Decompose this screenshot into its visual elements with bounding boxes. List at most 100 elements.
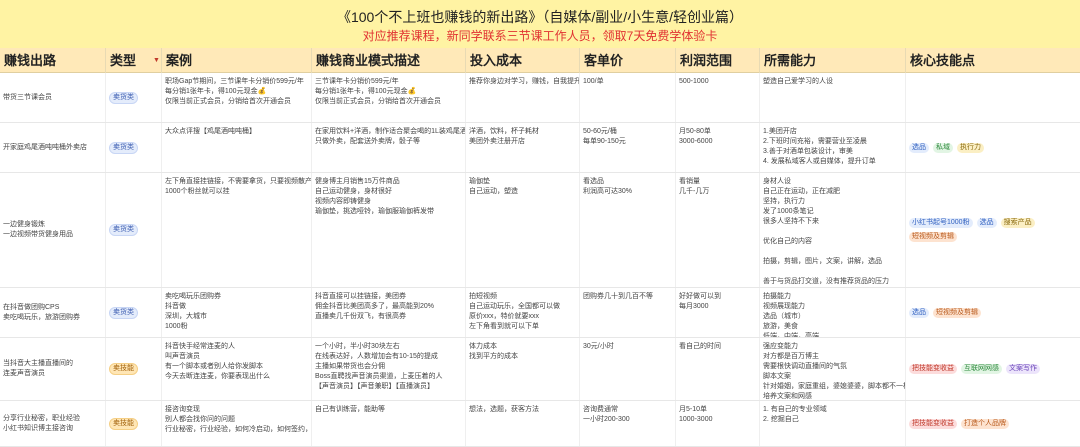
cell-profit[interactable]: 好好做可以到 每月3000	[676, 288, 760, 337]
skill-tag: 短视频及剪辑	[909, 232, 957, 242]
cell-text-line: 500-1000	[679, 78, 709, 85]
cell-ability[interactable]: 1. 有自己的专业领域 2. 挖掘自己	[760, 401, 906, 446]
cell-path[interactable]: 在抖音做团购CPS 卖吃喝玩乐，旅游团购券	[0, 288, 106, 337]
cell-type[interactable]: 卖货类	[106, 173, 162, 287]
cell-cost[interactable]: 推荐你身边对学习，赚钱，自我提升关	[466, 73, 580, 122]
cell-text-line: 主播如果带货也会分佣	[315, 363, 385, 370]
header-model[interactable]: 赚钱商业模式描述	[312, 48, 466, 73]
cell-text-line: 每月3000	[679, 303, 709, 310]
cell-text-line: 一边健身锻炼	[3, 221, 45, 228]
cell-text-line: 抖音直接可以挂链接，美团券	[315, 293, 406, 300]
cell-cost[interactable]: 体力成本 找到平方的成本	[466, 338, 580, 400]
cell-text-line: 分享行业秘密，职业经验	[3, 414, 80, 422]
skill-tag: 打造个人品牌	[961, 418, 1009, 429]
cell-type[interactable]: 卖货类	[106, 288, 162, 337]
cell-price[interactable]: 团购券几十到几百不等	[580, 288, 676, 337]
cell-profit[interactable]: 月50-80单 3000-6000	[676, 123, 760, 172]
cell-price[interactable]: 咨询费通常 一小时200-300	[580, 401, 676, 446]
cell-case[interactable]: 职场Gap节期间，三节课年卡分销价599元/年 每分销1张年卡，得100元现金💰 仅…	[162, 73, 312, 122]
cell-text-line: Boss直聘找声音演员渠道，上麦压着的人	[315, 373, 443, 380]
cell-model[interactable]: 三节课年卡分销价599元/年 每分销1张年卡，得100元现金💰 仅限当前正式会员，分…	[312, 73, 466, 122]
cell-ability[interactable]: 强应变能力 对方都是百万博主 需要根快调动直播间的气氛 脚本文案 针对婚姻，家庭重组，婆…	[760, 338, 906, 400]
cell-text-line: 别人都会找你问的问题	[165, 416, 235, 423]
cell-path[interactable]: 当抖音大主播直播间的 连麦声音演员	[0, 338, 106, 400]
cell-price[interactable]: 看选品 利润高可达30%	[580, 173, 676, 287]
cell-text-line: 想法，选题，获客方法	[469, 406, 539, 413]
skill-tag: 执行力	[957, 142, 984, 153]
cell-skills[interactable]	[906, 73, 1080, 122]
cell-case[interactable]: 卖吃喝玩乐团购券 抖音做 深圳，大城市 1000粉	[162, 288, 312, 337]
cell-case[interactable]: 大众点评搜【鸡尾酒吨吨桶】	[162, 123, 312, 172]
header-skill[interactable]: 核心技能点	[906, 48, 1080, 73]
cell-model[interactable]: 自己有训练营，能助等	[312, 401, 466, 446]
cell-path[interactable]: 一边健身锻炼一边视频带货健身用品	[0, 173, 106, 287]
cell-type[interactable]: 卖技能	[106, 338, 162, 400]
cell-profit[interactable]: 月5-10单 1000-3000	[676, 401, 760, 446]
cell-skills[interactable]: 选品 私域 执行力	[906, 123, 1080, 172]
cell-type[interactable]: 卖货类	[106, 123, 162, 172]
cell-profit[interactable]: 看销量 几千-几万	[676, 173, 760, 287]
page-subtitle: 对应推荐课程，新同学联系三节课工作人员，领取7天免费学体验卡	[362, 29, 718, 43]
cell-ability[interactable]: 拍摄能力 视频展现能力 选品（城市） 旅游，美食 低端，中端，高端	[760, 288, 906, 337]
cell-cost[interactable]: 洋酒，饮料，杯子耗材 美团外卖注册开店	[466, 123, 580, 172]
cell-skills[interactable]: 小红书起号1000粉 选品 搜索产品 短视频及剪辑	[906, 173, 1080, 287]
cell-cost[interactable]: 想法，选题，获客方法	[466, 401, 580, 446]
cell-profit[interactable]: 看自己的时间	[676, 338, 760, 400]
cell-cost[interactable]: 拍短视频 自己运动玩乐，全国都可以做 原价xxx，特价就要xxx 左下角看到就可以下单	[466, 288, 580, 337]
header-profit[interactable]: 利润范围	[676, 48, 760, 73]
table-row[interactable]: 开家庭鸡尾酒吨吨桶外卖店 大众点评搜【鸡尾酒吨吨桶】 在家用饮料+洋酒，制作适合聚会…	[0, 123, 1080, 173]
header-ability[interactable]: 所需能力	[760, 48, 906, 73]
header-price[interactable]: 客单价	[580, 48, 676, 73]
cell-case[interactable]: 左下角直接挂链接，不需要拿货，只要视频散产品 1000个粉丝就可以挂	[162, 173, 312, 287]
cell-ability[interactable]: 1.美团开店 2.下班时间充裕，需要营业至凌晨 3.善于对酒单包装设计，审美 4. 发…	[760, 123, 906, 172]
cell-ability[interactable]: 身材人设 自己正在运动，正在减肥 坚持，执行力 发了1000条笔记 很多人坚持不下来 优…	[760, 173, 906, 287]
cell-skills[interactable]: 把技能变收益 打造个人品牌	[906, 401, 1080, 446]
cell-text-line: 看自己的时间	[679, 343, 721, 350]
header-cost[interactable]: 投入成本	[466, 48, 580, 73]
cell-text-line: 拍摄能力	[763, 293, 791, 300]
cell-text-line: 每分销1张年卡，得100元现金💰	[165, 88, 267, 95]
cell-text-line: 坚持，执行力	[763, 198, 805, 205]
cell-ability[interactable]: 塑造自己爱学习的人设	[760, 73, 906, 122]
cell-text-line: 优化自己的内容	[763, 238, 812, 245]
table-row[interactable]: 在抖音做团购CPS 卖吃喝玩乐，旅游团购券 卖吃喝玩乐团购券 抖音做 深圳，大城市 100…	[0, 288, 1080, 338]
cell-text-line: 带货三节课会员	[3, 93, 52, 101]
cell-cost[interactable]: 瑜伽垫 自己运动，塑造	[466, 173, 580, 287]
cell-skills[interactable]: 把技能变收益 互联网网感 文案写作	[906, 338, 1080, 400]
table-row[interactable]: 当抖音大主播直播间的 连麦声音演员 抖音快手经常连麦的人 叫声音演员 有一个脚本或者别人…	[0, 338, 1080, 401]
cell-text-line: 100/单	[583, 78, 604, 85]
cell-price[interactable]: 30元/小时	[580, 338, 676, 400]
cell-case[interactable]: 接咨询变现 别人都会找你问的问题 行业秘密，行业经验，如何冷启动，如何签约，职	[162, 401, 312, 446]
cell-model[interactable]: 一个小时，半小时30块左右 在线表达好，人数增加会有10-15的提成 主播如果带货也…	[312, 338, 466, 400]
cell-text-line: 一边视频带货健身用品	[3, 231, 73, 238]
cell-type[interactable]: 卖技能	[106, 401, 162, 446]
cell-text-line: 洋酒，饮料，杯子耗材	[469, 128, 539, 135]
table-row[interactable]: 一边健身锻炼 一边视频带货健身用品 左下角直接挂链接，不需要拿货，只要视频散产品 10…	[0, 173, 1080, 288]
cell-text-line: 职场Gap节期间，三节课年卡分销价599元/年	[165, 78, 304, 85]
cell-model[interactable]: 健身博主月销售15万件商品 自己运动健身，身材很好 视频内容即铸健身 瑜伽垫，挑选哑铃…	[312, 173, 466, 287]
cell-text-line: 抖音快手经常连麦的人	[165, 343, 235, 350]
cell-price[interactable]: 100/单	[580, 73, 676, 122]
cell-profit[interactable]: 500-1000	[676, 73, 760, 122]
skill-tag: 把技能变收益	[909, 364, 957, 374]
cell-text-line: 每分销1张年卡，得100元现金💰	[315, 88, 417, 95]
table-row[interactable]: 带货三节课会员 职场Gap节期间，三节课年卡分销价599元/年 每分销1张年卡，得1…	[0, 73, 1080, 123]
table-row[interactable]: 分享行业秘密，职业经验 小红书知识博主接咨询 接咨询变现 别人都会找你问的问题 行业秘密…	[0, 401, 1080, 447]
cell-model[interactable]: 抖音直接可以挂链接，美团券 佣金抖音比美团高多了，最高能到20% 直播卖几千份双飞，…	[312, 288, 466, 337]
cell-price[interactable]: 50-60元/桶 每单90-150元	[580, 123, 676, 172]
cell-path[interactable]: 分享行业秘密，职业经验 小红书知识博主接咨询	[0, 401, 106, 446]
cell-text-line: 瑜伽垫，挑选哑铃，瑜伽服瑜伽裤发带	[315, 208, 434, 215]
header-case[interactable]: 案例	[162, 48, 312, 73]
cell-type[interactable]: 卖货类	[106, 73, 162, 122]
cell-path[interactable]: 带货三节课会员	[0, 73, 106, 122]
header-path[interactable]: 赚钱出路	[0, 48, 106, 73]
filter-dropdown-icon[interactable]: ▼	[153, 57, 160, 64]
cell-case[interactable]: 抖音快手经常连麦的人 叫声音演员 有一个脚本或者别人给你发脚本 今天去断连连麦，你要表…	[162, 338, 312, 400]
cell-text-line: 有一个脚本或者别人给你发脚本	[165, 363, 263, 370]
cell-model[interactable]: 在家用饮料+洋酒，制作适合聚会喝的1L装鸡尾酒 只做外卖，配套送外卖牌，骰子等	[312, 123, 466, 172]
cell-text-line: 抖音做	[165, 303, 186, 310]
cell-skills[interactable]: 选品 短视频及剪辑	[906, 288, 1080, 337]
cell-text-line: 三节课年卡分销价599元/年	[315, 78, 399, 85]
cell-path[interactable]: 开家庭鸡尾酒吨吨桶外卖店	[0, 123, 106, 172]
cell-text-line: 月50-80单	[679, 128, 711, 135]
